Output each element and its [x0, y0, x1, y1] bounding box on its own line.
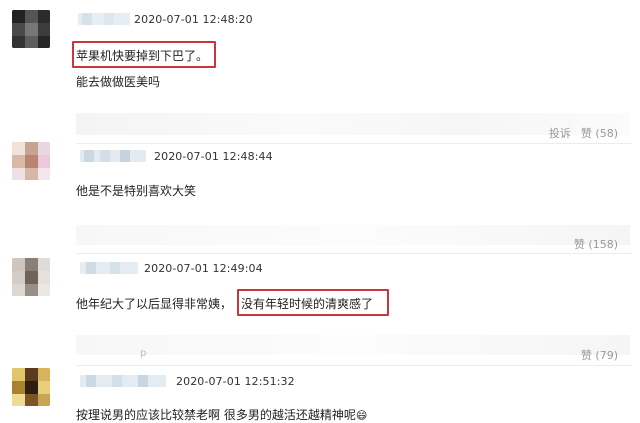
like-count: (158) — [588, 238, 618, 251]
comment-timestamp: 2020-07-01 12:48:44 — [154, 150, 273, 163]
comment-text-body: 按理说男的应该比较禁老啊 很多男的越活还越精神呢 — [76, 408, 356, 422]
blurred-reply — [76, 113, 630, 135]
avatar[interactable] — [12, 368, 50, 406]
comment-text: 他是不是特别喜欢大笑 — [76, 184, 197, 198]
like-label: 赞 — [580, 127, 592, 140]
like-button[interactable]: 赞 (79) — [581, 347, 618, 363]
like-button[interactable]: 赞 (158) — [574, 236, 618, 252]
comment-text: 他年纪大了以后显得非常姨， — [76, 295, 232, 312]
like-label: 赞 — [580, 349, 592, 362]
comment-text-plain: 他年纪大了以后显得非常姨， — [76, 297, 233, 311]
comment-text-highlight: 没有年轻时候的清爽感了 — [241, 297, 374, 311]
like-button[interactable]: 赞 (58) — [581, 125, 618, 141]
divider — [76, 143, 632, 144]
comment-actions: 投诉 赞 (58) — [549, 125, 618, 141]
truncated-username-letter: p — [140, 348, 147, 359]
comment-text-line-2: 能去做做医美吗 — [76, 75, 161, 89]
comment-timestamp: 2020-07-01 12:49:04 — [144, 262, 263, 275]
comment-text: 按理说男的应该比较禁老啊 很多男的越活还越精神呢😄 — [76, 406, 367, 423]
avatar[interactable] — [12, 142, 50, 180]
grin-emoji-icon: 😄 — [355, 409, 368, 422]
comment-text: 苹果机快要掉到下巴了。 — [76, 49, 209, 63]
comment-actions: 赞 (158) — [574, 236, 618, 252]
comment-timestamp: 2020-07-01 12:48:20 — [134, 13, 253, 26]
report-link[interactable]: 投诉 — [549, 125, 571, 141]
like-count: (58) — [595, 127, 618, 140]
divider — [76, 253, 632, 254]
divider — [76, 365, 632, 366]
like-label: 赞 — [573, 238, 585, 251]
avatar[interactable] — [12, 10, 50, 48]
avatar[interactable] — [12, 258, 50, 296]
like-count: (79) — [595, 349, 618, 362]
blurred-reply — [76, 335, 630, 355]
comment-actions: 赞 (79) — [581, 347, 618, 363]
blurred-reply — [76, 225, 630, 245]
comment-timestamp: 2020-07-01 12:51:32 — [176, 375, 295, 388]
